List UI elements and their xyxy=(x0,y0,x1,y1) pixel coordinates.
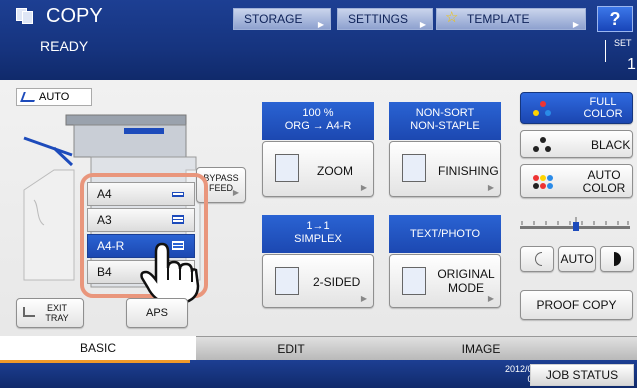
original-mode-icon xyxy=(402,267,426,295)
zoom-ratio: 100 % xyxy=(302,107,334,119)
density-auto-button[interactable]: AUTO xyxy=(558,246,596,272)
copy-screen: COPY READY STORAGE ▶ SETTINGS ▶ ☆ TEMPLA… xyxy=(0,0,637,388)
color-label: COLOR xyxy=(582,181,626,195)
tray-label: TRAY xyxy=(45,313,69,323)
arrow-right-icon: ▶ xyxy=(487,183,494,192)
arrow-right-icon: ▶ xyxy=(360,183,367,192)
settings-label: SETTINGS xyxy=(348,12,409,26)
tab-edit[interactable]: EDIT xyxy=(196,336,386,360)
zoom-icon xyxy=(275,154,299,182)
exit-tray-button[interactable]: EXIT TRAY xyxy=(16,298,84,328)
auto-paper-badge: AUTO xyxy=(16,88,92,106)
full-label: FULL xyxy=(589,96,617,108)
auto-label: AUTO xyxy=(39,91,70,103)
paper-stack-icon xyxy=(20,92,38,102)
storage-label: STORAGE xyxy=(244,12,303,26)
divider xyxy=(605,40,606,62)
tab-image[interactable]: IMAGE xyxy=(386,336,576,360)
original-mode-button[interactable]: ORIGINAL MODE ▶ xyxy=(389,254,501,308)
tab-basic[interactable]: BASIC xyxy=(0,336,196,360)
arrow-right-icon: ▶ xyxy=(487,294,494,303)
proof-copy-button[interactable]: PROOF COPY xyxy=(520,290,633,320)
job-status-button[interactable]: JOB STATUS xyxy=(530,364,634,386)
zoom-info: 100 % ORG → A4-R xyxy=(262,102,374,140)
finishing-label: FINISHING xyxy=(438,164,499,178)
auto-color-icon xyxy=(533,173,553,191)
active-tab-indicator xyxy=(0,360,190,363)
half-circle-light-icon xyxy=(535,252,542,266)
hand-pointer-icon xyxy=(140,242,200,305)
black-button[interactable]: BLACK xyxy=(520,130,633,158)
tray-icon xyxy=(23,307,35,317)
color-dots-icon xyxy=(533,101,553,119)
set-count: 1 xyxy=(627,56,636,73)
template-label: TEMPLATE xyxy=(467,12,530,26)
help-button[interactable]: ? xyxy=(597,6,633,32)
two-sided-button[interactable]: 2-SIDED ▶ xyxy=(262,254,374,308)
darker-button[interactable] xyxy=(600,246,634,272)
tab-blank xyxy=(576,336,637,360)
original-mode-value: TEXT/PHOTO xyxy=(409,228,481,240)
zoom-label: ZOOM xyxy=(317,164,353,178)
density-controls: AUTO xyxy=(520,246,634,272)
status-text: READY xyxy=(40,38,89,54)
finishing-icon xyxy=(402,154,426,182)
color-label: COLOR xyxy=(583,108,623,120)
black-label: BLACK xyxy=(591,138,631,152)
exit-label: EXIT xyxy=(46,303,67,313)
lighter-button[interactable] xyxy=(520,246,554,272)
auto-color-button[interactable]: AUTO COLOR xyxy=(520,164,633,198)
settings-button[interactable]: SETTINGS ▶ xyxy=(337,8,433,30)
template-button[interactable]: ☆ TEMPLATE ▶ xyxy=(436,8,586,30)
original-mode-info: TEXT/PHOTO xyxy=(389,215,501,253)
sided-info: 1→1 SIMPLEX xyxy=(262,215,374,253)
sort-mode: NON-SORT xyxy=(415,107,475,119)
half-circle-dark-icon xyxy=(614,252,621,266)
two-sided-label: 2-SIDED xyxy=(313,275,361,289)
mode-label: MODE xyxy=(448,281,484,295)
full-color-button[interactable]: FULL COLOR xyxy=(520,92,633,124)
storage-button[interactable]: STORAGE ▶ xyxy=(233,8,331,30)
arrow-right-icon: ▶ xyxy=(317,20,324,29)
two-sided-icon xyxy=(275,267,299,295)
aps-button[interactable]: APS xyxy=(126,298,188,328)
copy-icon xyxy=(16,8,34,24)
original-label: ORIGINAL xyxy=(437,267,495,281)
set-label: SET xyxy=(614,38,632,48)
arrow-right-icon: ▶ xyxy=(232,188,239,197)
sided-ratio: 1→1 xyxy=(306,220,330,232)
zoom-button[interactable]: ZOOM ▶ xyxy=(262,141,374,197)
star-icon: ☆ xyxy=(445,9,459,26)
app-title: COPY xyxy=(46,5,103,27)
finishing-info: NON-SORT NON-STAPLE xyxy=(389,102,501,140)
finishing-button[interactable]: FINISHING ▶ xyxy=(389,141,501,197)
density-scale xyxy=(520,217,630,231)
top-bar: COPY READY STORAGE ▶ SETTINGS ▶ ☆ TEMPLA… xyxy=(0,0,637,80)
black-dots-icon xyxy=(533,137,553,155)
zoom-paper: ORG → A4-R xyxy=(284,120,352,132)
sided-mode: SIMPLEX xyxy=(294,233,342,245)
staple-mode: NON-STAPLE xyxy=(410,120,480,132)
arrow-right-icon: ▶ xyxy=(572,20,579,29)
arrow-right-icon: ▶ xyxy=(419,20,426,29)
arrow-right-icon: ▶ xyxy=(360,294,367,303)
